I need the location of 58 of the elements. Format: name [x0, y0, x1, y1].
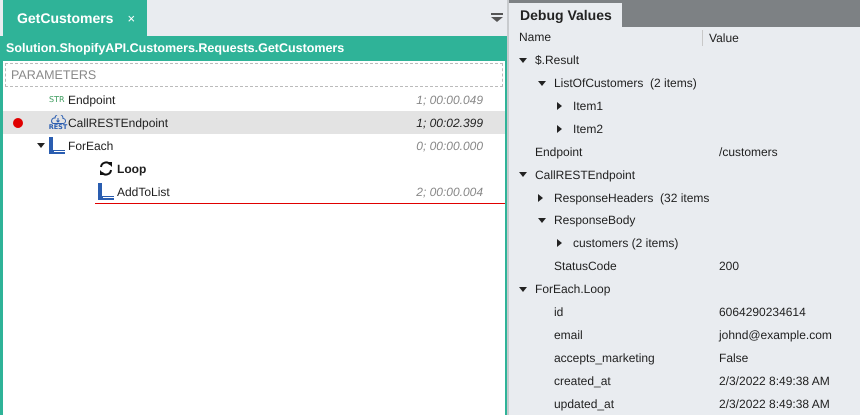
variable-value: 6064290234614 — [718, 305, 806, 319]
step-row[interactable]: Loop — [3, 157, 505, 180]
bracket-icon — [49, 137, 65, 154]
step-label: Loop — [117, 162, 148, 176]
type-label: STR — [49, 95, 65, 104]
step-timing: 1; 00:02.399 — [416, 116, 484, 130]
variable-name: ResponseHeaders (32 items — [554, 190, 710, 205]
variable-name: Item1 — [573, 98, 604, 113]
step-label: ForEach — [68, 138, 114, 152]
variable-value: /customers — [718, 144, 778, 159]
step-row[interactable]: AddToList 2; 00:00.004 — [3, 180, 505, 203]
collapse-arrow-icon[interactable] — [519, 58, 527, 63]
variable-name: StatusCode — [554, 259, 617, 274]
collapse-arrow-icon[interactable] — [538, 218, 546, 223]
step-timing: 0; 00:00.000 — [416, 138, 484, 152]
variable-name: ResponseBody — [554, 213, 636, 228]
variable-name: email — [554, 328, 583, 342]
collapse-arrow-icon[interactable] — [538, 80, 546, 86]
step-label: CallRESTEndpoint — [68, 116, 170, 130]
variable-value: 2/3/2022 8:49:38 AM — [718, 374, 830, 388]
variable-name: accepts_marketing — [554, 350, 655, 365]
expand-arrow-icon[interactable] — [557, 124, 562, 133]
dropdown-menu-icon[interactable] — [491, 13, 503, 22]
step-label: Endpoint — [68, 92, 116, 106]
expand-arrow-icon[interactable] — [557, 102, 562, 110]
variable-value: 2/3/2022 8:49:38 AM — [718, 396, 830, 411]
parameters-panel[interactable]: PARAMETERS — [5, 63, 503, 87]
step-timing: 1; 00:00.049 — [416, 92, 484, 106]
variable-name: customers (2 items) — [573, 236, 678, 250]
expand-arrow-icon[interactable] — [538, 194, 543, 202]
step-timing: 2; 00:00.004 — [416, 184, 484, 198]
variable-name: id — [554, 305, 564, 319]
variable-value: johnd@example.com — [718, 328, 832, 342]
variable-name: updated_at — [554, 396, 614, 411]
variable-name: Item2 — [573, 122, 604, 136]
parameters-label: PARAMETERS — [11, 68, 96, 82]
collapse-arrow-icon[interactable] — [37, 143, 45, 148]
panel-tab[interactable]: Debug Values — [509, 2, 622, 27]
step-label: AddToList — [117, 184, 171, 198]
step-row[interactable]: STR Endpoint 1; 00:00.049 — [3, 88, 505, 111]
loop-arrows-icon — [98, 161, 114, 176]
expand-arrow-icon[interactable] — [557, 239, 562, 248]
variable-name: $.Result — [535, 53, 580, 68]
breakpoint-dot[interactable] — [13, 118, 23, 128]
step-row[interactable]: ForEach 0; 00:00.000 — [3, 134, 505, 157]
variable-value: 200 — [718, 259, 740, 274]
variable-name: CallRESTEndpoint — [535, 168, 636, 182]
bracket-icon — [98, 183, 114, 200]
collapse-arrow-icon[interactable] — [519, 286, 527, 292]
column-header[interactable]: Value — [703, 30, 739, 45]
column-header[interactable]: Name — [509, 30, 703, 46]
variable-name: ForEach.Loop — [535, 282, 610, 296]
variable-name: ListOfCustomers (2 items) — [554, 76, 697, 90]
flow-path-title: Solution.ShopifyAPI.Customers.Requests.GetCustomers — [0, 36, 507, 61]
collapse-arrow-icon[interactable] — [519, 172, 527, 178]
variable-name: created_at — [554, 374, 611, 388]
variable-value: False — [718, 350, 748, 365]
variable-name: Endpoint — [535, 144, 582, 159]
